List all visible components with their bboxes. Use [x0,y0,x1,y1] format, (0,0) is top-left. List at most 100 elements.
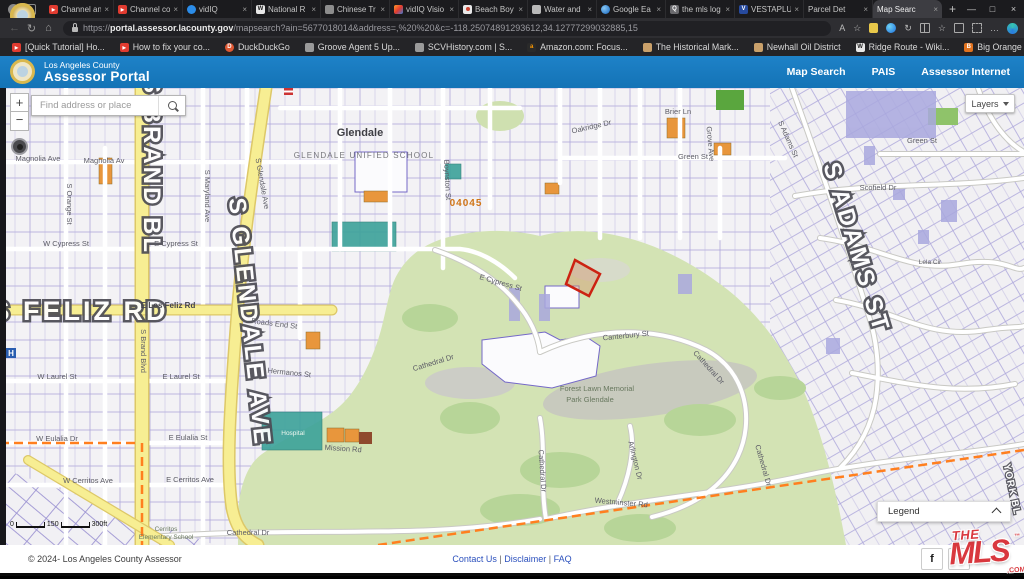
globe-favicon-icon [601,5,610,14]
bookmark-title: Amazon.com: Focus... [540,42,628,52]
bookmark-title: Ridge Route - Wiki... [869,42,950,52]
edge-copilot-icon[interactable] [1007,23,1018,34]
url-text: https://portal.assessor.lacounty.gov/map… [83,23,638,33]
favorite-star-icon[interactable]: ☆ [853,18,861,38]
tab-title: Channel an [61,5,101,14]
tab-close-icon[interactable]: × [242,5,247,14]
tab-close-icon[interactable]: × [863,5,868,14]
bookmark-item[interactable]: SCVHistory.com | S... [415,42,512,52]
legend-panel[interactable]: Legend [877,501,1011,522]
browser-tab[interactable]: VVESTAPLU× [735,0,804,18]
layers-button[interactable]: Layers [965,94,1015,113]
map-label: GLENDALE UNIFIED SCHOOL [294,151,435,160]
tab-close-icon[interactable]: × [656,5,661,14]
bookmark-item[interactable]: aAmazon.com: Focus... [527,42,628,52]
tab-title: Map Searc [877,5,930,14]
header-nav-map-search[interactable]: Map Search [787,66,846,78]
zoom-in-button[interactable]: + [10,93,29,112]
new-tab-button[interactable]: + [949,0,956,18]
yt-favicon-icon [120,43,129,52]
footer-link-disclaimer[interactable]: Disclaimer [504,554,546,564]
zoom-out-button[interactable]: − [10,112,29,131]
facebook-button[interactable]: f [921,548,943,570]
search-button[interactable] [158,96,185,115]
map-label: Brier Ln [665,107,691,116]
browser-tab[interactable]: vidIQ× [183,0,252,18]
chevron-down-icon [1003,102,1009,106]
browser-tab[interactable]: Channel an× [45,0,114,18]
more-options-icon[interactable]: … [990,18,999,38]
map-label: W Cypress St [43,239,90,248]
bookmark-item[interactable]: [Quick Tutorial] Ho... [12,42,105,52]
tab-title: vidIQ [199,5,239,14]
lock-icon [72,27,78,32]
search-input[interactable] [32,96,158,115]
map-label: E Cerritos Ave [166,475,214,484]
url-bar[interactable]: https://portal.assessor.lacounty.gov/map… [63,21,831,36]
split-screen-icon[interactable] [920,23,930,33]
browser-tab[interactable]: Channel co× [114,0,183,18]
tab-title: Parcel Det [808,5,860,14]
yt-favicon-icon [49,5,58,14]
bookmark-item[interactable]: Groove Agent 5 Up... [305,42,400,52]
header-nav-pais[interactable]: PAIS [872,66,896,78]
bookmark-item[interactable]: The Historical Mark... [643,42,739,52]
bookmark-item[interactable]: BBig Orange Landma... [964,42,1024,52]
map-label: Green St [678,152,709,161]
browser-tab[interactable]: Beach Boy× [459,0,528,18]
browser-tab[interactable]: Map Searc× [873,0,942,18]
bookmark-item[interactable]: DDuckDuckGo [225,42,290,52]
gray-favicon-icon [415,43,424,52]
map-label: Cathedral Dr [227,528,270,537]
close-button[interactable]: × [1003,0,1024,18]
web-capture-icon[interactable] [972,23,982,33]
browser-tab[interactable]: Qthe mls log× [666,0,735,18]
footer-link-faq[interactable]: FAQ [554,554,572,564]
browser-tab[interactable]: vidIQ Visio× [390,0,459,18]
bookmark-title: How to fix your co... [133,42,210,52]
share-button[interactable] [948,548,970,570]
bookmark-item[interactable]: WRidge Route - Wiki... [856,42,950,52]
locate-button[interactable] [11,138,28,155]
maximize-button[interactable]: □ [982,0,1003,18]
tab-close-icon[interactable]: × [725,5,730,14]
tab-close-icon[interactable]: × [449,5,454,14]
browser-tab[interactable]: Chinese Tr× [321,0,390,18]
refresh-icon[interactable]: ↻ [23,22,40,35]
map-label: Forest Lawn Memorial [560,384,635,393]
tab-close-icon[interactable]: × [933,5,938,14]
la-county-seal-icon [10,59,35,84]
browser-tab[interactable]: WNational R× [252,0,321,18]
bookmarks-bar: [Quick Tutorial] Ho... How to fix your co… [0,38,1024,56]
header-nav-assessor-internet[interactable]: Assessor Internet [921,66,1010,78]
tab-close-icon[interactable]: × [173,5,178,14]
tab-close-icon[interactable]: × [794,5,799,14]
home-icon[interactable]: ⌂ [40,22,57,35]
bookmark-item[interactable]: How to fix your co... [120,42,210,52]
footer-link-contact-us[interactable]: Contact Us [452,554,497,564]
refresh-alt-icon[interactable]: ↻ [904,18,912,38]
map-label: Scofield Dr [860,183,897,192]
collections-icon[interactable] [954,23,964,33]
tab-close-icon[interactable]: × [587,5,592,14]
tab-close-icon[interactable]: × [104,5,109,14]
map-canvas[interactable]: H S BRAND BLS GLENDALE AVEOS FELIZ RDS A… [0,88,1024,545]
onenote-feed-icon[interactable] [869,23,878,33]
favorites-icon[interactable]: ☆ [938,18,946,38]
tab-close-icon[interactable]: × [311,5,316,14]
bookmark-item[interactable]: Newhall Oil District [754,42,841,52]
yt-favicon-icon [118,5,127,14]
browser-tab[interactable]: Water and× [528,0,597,18]
tab-close-icon[interactable]: × [380,5,385,14]
browser-tab[interactable]: Google Ea× [597,0,666,18]
bookmark-title: The Historical Mark... [656,42,739,52]
map-label: Park Glendale [566,395,614,404]
back-icon[interactable]: ← [6,22,23,35]
map-label: S Brand Blvd [139,329,148,373]
minimize-button[interactable]: — [961,0,982,18]
copilot-icon[interactable] [886,23,896,33]
browser-tab[interactable]: Parcel Det× [804,0,873,18]
tab-close-icon[interactable]: × [518,5,523,14]
yt-favicon-icon [12,43,21,52]
reader-mode-icon[interactable]: A [839,18,845,38]
